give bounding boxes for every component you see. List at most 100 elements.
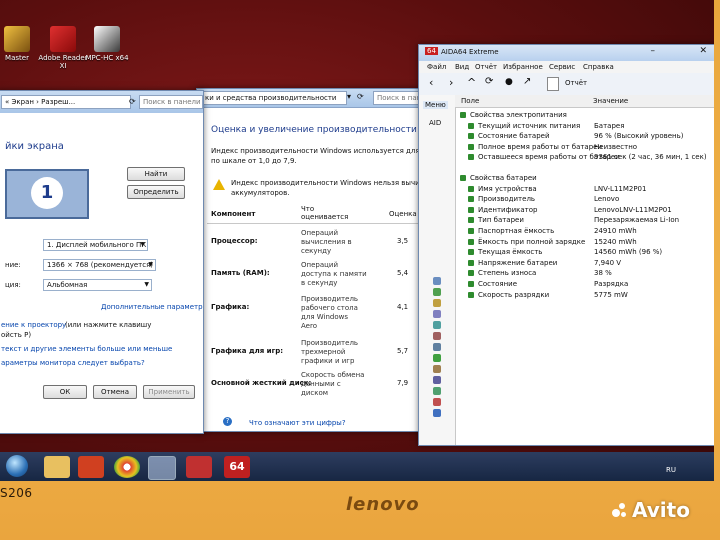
perf-row-rated: графики и игр [301, 357, 355, 365]
menu-help[interactable]: Справка [583, 63, 614, 71]
menu-report[interactable]: Отчёт [475, 63, 497, 71]
aida-field: Полное время работы от батареи [478, 142, 603, 151]
adobe-reader-icon [50, 26, 76, 52]
tree-node-icon[interactable] [433, 321, 441, 329]
forward-icon[interactable]: › [449, 76, 453, 89]
refresh-icon[interactable]: ⟳ [129, 97, 136, 106]
tree-node-icon[interactable] [433, 365, 441, 373]
display-select[interactable]: 1. Дисплей мобильного ПК ▼ [43, 239, 148, 251]
refresh-icon[interactable]: ⟳ [357, 92, 364, 101]
menu-file[interactable]: Файл [427, 63, 446, 71]
start-button[interactable] [6, 455, 28, 477]
performance-search-input[interactable]: Поиск в панели упр... [373, 91, 423, 105]
address-dropdown-icon[interactable]: ▾ [347, 92, 351, 101]
tree-node-icon[interactable] [433, 398, 441, 406]
tree-node-icon[interactable] [433, 376, 441, 384]
app-taskbar-icon[interactable] [186, 456, 212, 478]
projector-hint: (или нажмите клавишу [65, 321, 152, 329]
advanced-settings-link[interactable]: Дополнительные параметры [101, 303, 203, 311]
display-search-input[interactable]: Поиск в панели упр... [139, 95, 203, 109]
battery-icon [468, 185, 474, 192]
desktop-icon-label: Adobe Reader XI [38, 54, 88, 70]
menu-favorites[interactable]: Избранное [503, 63, 543, 71]
battery-icon [468, 249, 474, 256]
language-indicator[interactable]: RU [666, 466, 676, 474]
help-link[interactable]: Что означают эти цифры? [249, 419, 346, 427]
perf-row-rated: доступа к памяти [301, 270, 367, 278]
ok-button[interactable]: ОК [43, 385, 87, 399]
aida64-taskbar-icon[interactable]: 64 [224, 456, 250, 478]
tree-root[interactable]: AID [429, 119, 441, 127]
perf-row-score: 3,5 [397, 237, 409, 245]
monitor-preview[interactable]: 1 [5, 169, 89, 219]
orientation-select-value: Альбомная [47, 281, 88, 289]
control-panel-taskbar-icon[interactable] [148, 456, 176, 480]
aida64-list-header: Поле Значение [455, 95, 714, 108]
resolution-select-value: 1366 × 768 (рекомендуется) [47, 261, 154, 269]
tree-node-icon[interactable] [433, 299, 441, 307]
display-select-value: 1. Дисплей мобильного ПК [47, 241, 147, 249]
perf-row-component: Процессор: [211, 237, 258, 245]
projector-link[interactable]: ение к проектору [1, 321, 66, 329]
tree-node-icon[interactable] [433, 332, 441, 340]
lenovo-logo: lenovo [346, 494, 420, 515]
cancel-button[interactable]: Отмена [93, 385, 137, 399]
help-icon: ? [223, 417, 232, 426]
aida-field: Ёмкость при полной зарядке [478, 237, 586, 246]
chevron-down-icon: ▼ [148, 261, 153, 268]
aida-field: Свойства батареи [470, 174, 537, 182]
battery-icon [468, 238, 474, 245]
aida64-titlebar: 64 AIDA64 Extreme – ✕ [419, 45, 714, 62]
minimize-icon[interactable]: – [651, 46, 656, 56]
tree-node-icon[interactable] [433, 387, 441, 395]
tree-node-icon[interactable] [433, 409, 441, 417]
explorer-taskbar-icon[interactable] [44, 456, 70, 478]
performance-address-bar[interactable]: ки и средства производительности [201, 91, 347, 105]
orientation-select[interactable]: Альбомная ▼ [43, 279, 152, 291]
menu-view[interactable]: Вид [455, 63, 469, 71]
monitor-help-link[interactable]: араметры монитора следует выбрать? [1, 359, 145, 367]
aida-value: Lenovo [594, 195, 620, 204]
tree-node-icon[interactable] [433, 310, 441, 318]
user-icon[interactable]: ● [505, 77, 513, 87]
tree-node-icon[interactable] [433, 277, 441, 285]
report-button[interactable]: Отчёт [565, 79, 587, 87]
display-breadcrumb[interactable]: « Экран › Разреш... [1, 95, 131, 109]
aida-value: 38 % [594, 269, 612, 278]
up-icon[interactable]: ^ [467, 76, 476, 89]
aida-field: Производитель [478, 195, 536, 204]
performance-titlebar: ки и средства производительности ▾ ⟳ Пои… [197, 89, 423, 108]
column-field[interactable]: Поле [461, 97, 479, 105]
back-icon[interactable]: ‹ [429, 76, 433, 89]
aida64-logo-icon: 64 [425, 47, 438, 55]
aida-field: Паспортная ёмкость [478, 227, 555, 235]
aida-value: 7,940 V [594, 258, 622, 267]
text-size-link[interactable]: текст и другие элементы больше или меньш… [1, 345, 172, 353]
apply-button[interactable]: Применить [143, 385, 195, 399]
display-titlebar: « Экран › Разреш... ⟳ Поиск в панели упр… [0, 91, 203, 114]
desktop-icon-mpc-hc[interactable]: MPC-HC x64 [82, 26, 132, 62]
media-player-taskbar-icon[interactable] [78, 456, 104, 478]
refresh-icon[interactable]: ⟳ [485, 76, 493, 87]
aida-field: Скорость разрядки [478, 290, 550, 299]
column-value[interactable]: Значение [593, 97, 628, 105]
find-button[interactable]: Найти [127, 167, 185, 181]
desktop-icon-adobe-reader[interactable]: Adobe Reader XI [38, 26, 88, 70]
close-icon[interactable]: ✕ [699, 46, 707, 56]
detect-button[interactable]: Определить [127, 185, 185, 199]
aida-value: 96 % (Высокий уровень) [594, 132, 684, 141]
tree-node-icon[interactable] [433, 288, 441, 296]
tree-tab-menu[interactable]: Меню [423, 101, 448, 109]
aida-field: Текущий источник питания [478, 121, 581, 130]
menu-service[interactable]: Сервис [549, 63, 575, 71]
aida-value: 14560 mWh (96 %) [594, 248, 663, 257]
orientation-label: ция: [5, 281, 21, 289]
tree-node-icon[interactable] [433, 343, 441, 351]
desktop-icon-master[interactable]: Master [0, 26, 42, 62]
mpc-hc-icon [94, 26, 120, 52]
chart-icon[interactable]: ↗ [523, 76, 531, 87]
resolution-select[interactable]: 1366 × 768 (рекомендуется) ▼ [43, 259, 156, 271]
battery-icon [468, 281, 474, 287]
tree-node-icon[interactable] [433, 354, 441, 362]
chrome-taskbar-icon[interactable] [114, 456, 140, 478]
